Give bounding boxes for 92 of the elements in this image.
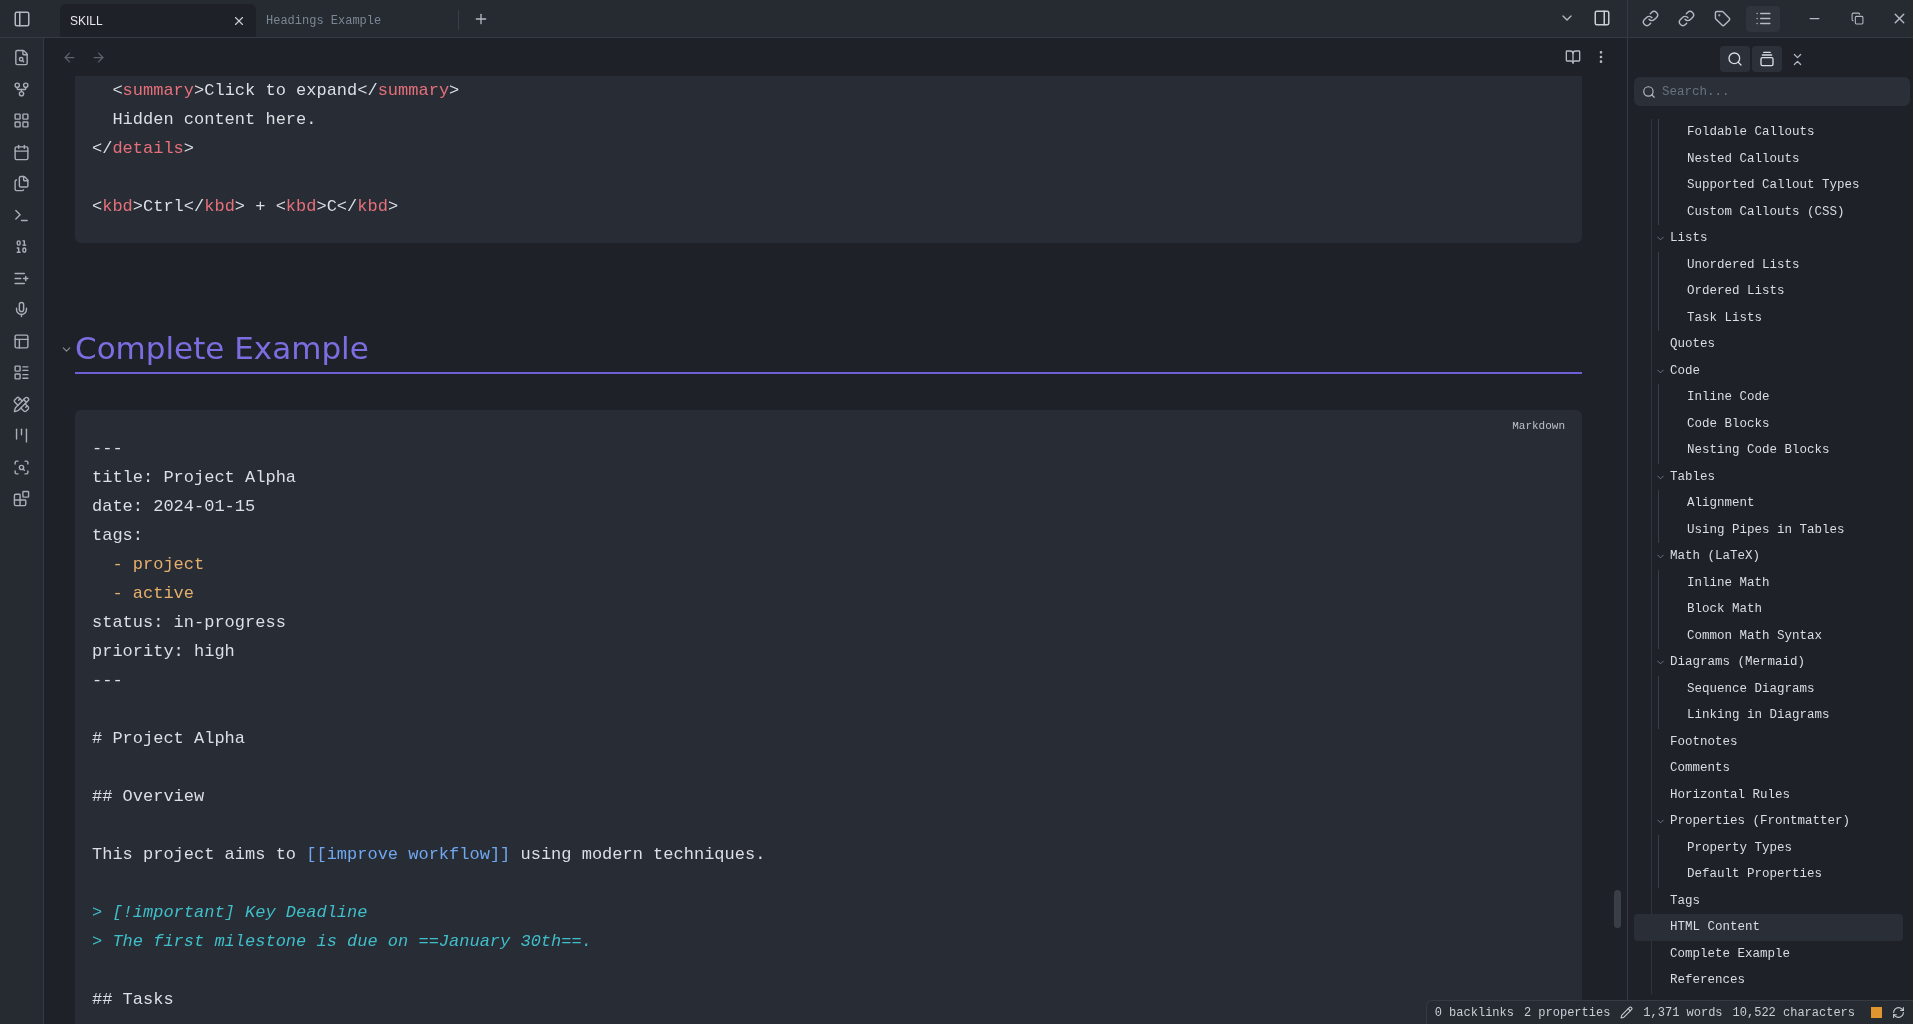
scan-icon[interactable] [13, 458, 30, 476]
forward-icon[interactable] [91, 49, 106, 65]
tag-icon[interactable] [1714, 10, 1731, 27]
outline-item[interactable]: Nested Callouts [1634, 145, 1903, 172]
scrollbar-thumb[interactable] [1614, 890, 1621, 928]
word-count: 1,371 words [1643, 1004, 1723, 1022]
code-line: status: in-progress [92, 612, 286, 634]
outline-item[interactable]: Using Pipes in Tables [1634, 516, 1903, 543]
calendar-icon[interactable] [13, 143, 30, 161]
sidebar-toggle-icon[interactable] [13, 9, 31, 28]
files-icon[interactable] [13, 175, 30, 192]
code-line: priority: high [92, 641, 235, 663]
outline-item[interactable]: Custom Callouts (CSS) [1634, 198, 1903, 225]
outline-item[interactable]: Ordered Lists [1634, 278, 1903, 305]
grid-icon[interactable] [13, 112, 30, 129]
code-line: title: Project Alpha [92, 467, 297, 489]
graph-icon[interactable] [13, 80, 30, 98]
code-line: <kbd>Ctrl</kbd> + <kbd>C</kbd> [92, 196, 399, 218]
view-button[interactable] [1751, 46, 1782, 72]
right-sidebar-toggle-icon[interactable] [1593, 9, 1611, 27]
outline-item[interactable]: Supported Callout Types [1634, 172, 1903, 199]
outline-item[interactable]: Complete Example [1634, 940, 1903, 967]
search-icon [1726, 51, 1743, 67]
outline-item[interactable]: Code [1634, 357, 1903, 384]
code-line: Hidden content here. [111, 109, 317, 131]
outline-item[interactable]: Tags [1634, 887, 1903, 914]
restore-icon[interactable] [1851, 12, 1864, 25]
back-icon[interactable] [62, 49, 77, 65]
section-heading: Complete Example [75, 329, 370, 368]
reading-view-icon[interactable] [1565, 49, 1581, 65]
code-line: tags: [92, 525, 143, 547]
outline-item[interactable]: Math (LaTeX) [1634, 543, 1903, 570]
backlinks-count[interactable]: 0 backlinks [1434, 1003, 1514, 1022]
code-line: --- [92, 670, 123, 692]
code-line: This project aims to [[improve workflow]] using modern techniques. [92, 844, 766, 866]
search-field[interactable]: Search... [1634, 77, 1910, 106]
outline-item[interactable]: Sequence Diagrams [1634, 675, 1903, 702]
code-line: > [!important] Key Deadline [92, 902, 368, 924]
outline-item[interactable]: Nesting Code Blocks [1634, 437, 1903, 464]
link-icon[interactable] [1678, 10, 1695, 27]
pencil-ruler-icon[interactable] [13, 395, 30, 413]
outline-item[interactable]: Inline Code [1634, 384, 1903, 411]
sync-icon[interactable] [1892, 1006, 1905, 1019]
outline-item[interactable]: References [1634, 967, 1903, 994]
code-line: - project [111, 554, 205, 576]
panel-icon [1758, 51, 1775, 67]
code-line: date: 2024-01-15 [92, 496, 256, 518]
microphone-icon[interactable] [13, 301, 30, 318]
code-line: - active [111, 583, 195, 605]
list-icon[interactable] [13, 364, 30, 381]
outline-item[interactable]: Foldable Callouts [1634, 119, 1903, 146]
link-icon[interactable] [1642, 10, 1659, 27]
outline-item[interactable]: HTML Content [1634, 914, 1903, 941]
outline-item[interactable]: Inline Math [1634, 569, 1903, 596]
code-line: --- [92, 438, 123, 460]
file-search-icon[interactable] [13, 49, 30, 66]
outline-item[interactable]: Diagrams (Mermaid) [1634, 649, 1903, 676]
properties-count[interactable]: 2 properties [1523, 1003, 1611, 1022]
outline-item[interactable]: Common Math Syntax [1634, 622, 1903, 649]
outline-item[interactable]: Task Lists [1634, 304, 1903, 331]
blocks-icon[interactable] [13, 490, 30, 507]
character-count: 10,522 characters [1732, 1004, 1855, 1022]
outline-item[interactable]: Block Math [1634, 596, 1903, 623]
list-icon [1754, 10, 1772, 27]
code-line: # Project Alpha [92, 728, 246, 750]
outline-item[interactable]: Default Properties [1634, 861, 1903, 888]
tab[interactable]: SKILL [60, 4, 256, 37]
outline-button[interactable] [1746, 5, 1780, 32]
code-line: ## Tasks [92, 989, 174, 1011]
outline-item[interactable]: Comments [1634, 755, 1903, 782]
outline-item[interactable]: Linking in Diagrams [1634, 702, 1903, 729]
search-icon [1642, 84, 1656, 99]
outline-item[interactable]: Code Blocks [1634, 410, 1903, 437]
outline-item[interactable]: Footnotes [1634, 728, 1903, 755]
outline-item[interactable]: Alignment [1634, 490, 1903, 517]
pencil-icon[interactable] [1620, 1006, 1634, 1019]
layout-icon[interactable] [13, 332, 30, 350]
new-tab-icon[interactable] [473, 11, 489, 27]
language-label: Markdown [1512, 419, 1565, 434]
code-line: > The first milestone is due on ==January 30th==. [92, 931, 592, 953]
tab[interactable]: Headings Example [256, 4, 452, 37]
code-line: <summary>Click to expand</summary> [111, 80, 460, 102]
outline-item[interactable]: Horizontal Rules [1634, 781, 1903, 808]
outline-item[interactable]: Quotes [1634, 331, 1903, 358]
code-line: ## Overview [92, 786, 205, 808]
search-button[interactable] [1719, 46, 1750, 72]
outline-item[interactable]: Tables [1634, 463, 1903, 490]
outline-item[interactable]: Property Types [1634, 834, 1903, 861]
outline-item[interactable]: Properties (Frontmatter) [1634, 808, 1903, 835]
outline-item[interactable]: Lists [1634, 225, 1903, 252]
outline-item[interactable]: Unordered Lists [1634, 251, 1903, 278]
code-line: </details> [92, 138, 195, 160]
